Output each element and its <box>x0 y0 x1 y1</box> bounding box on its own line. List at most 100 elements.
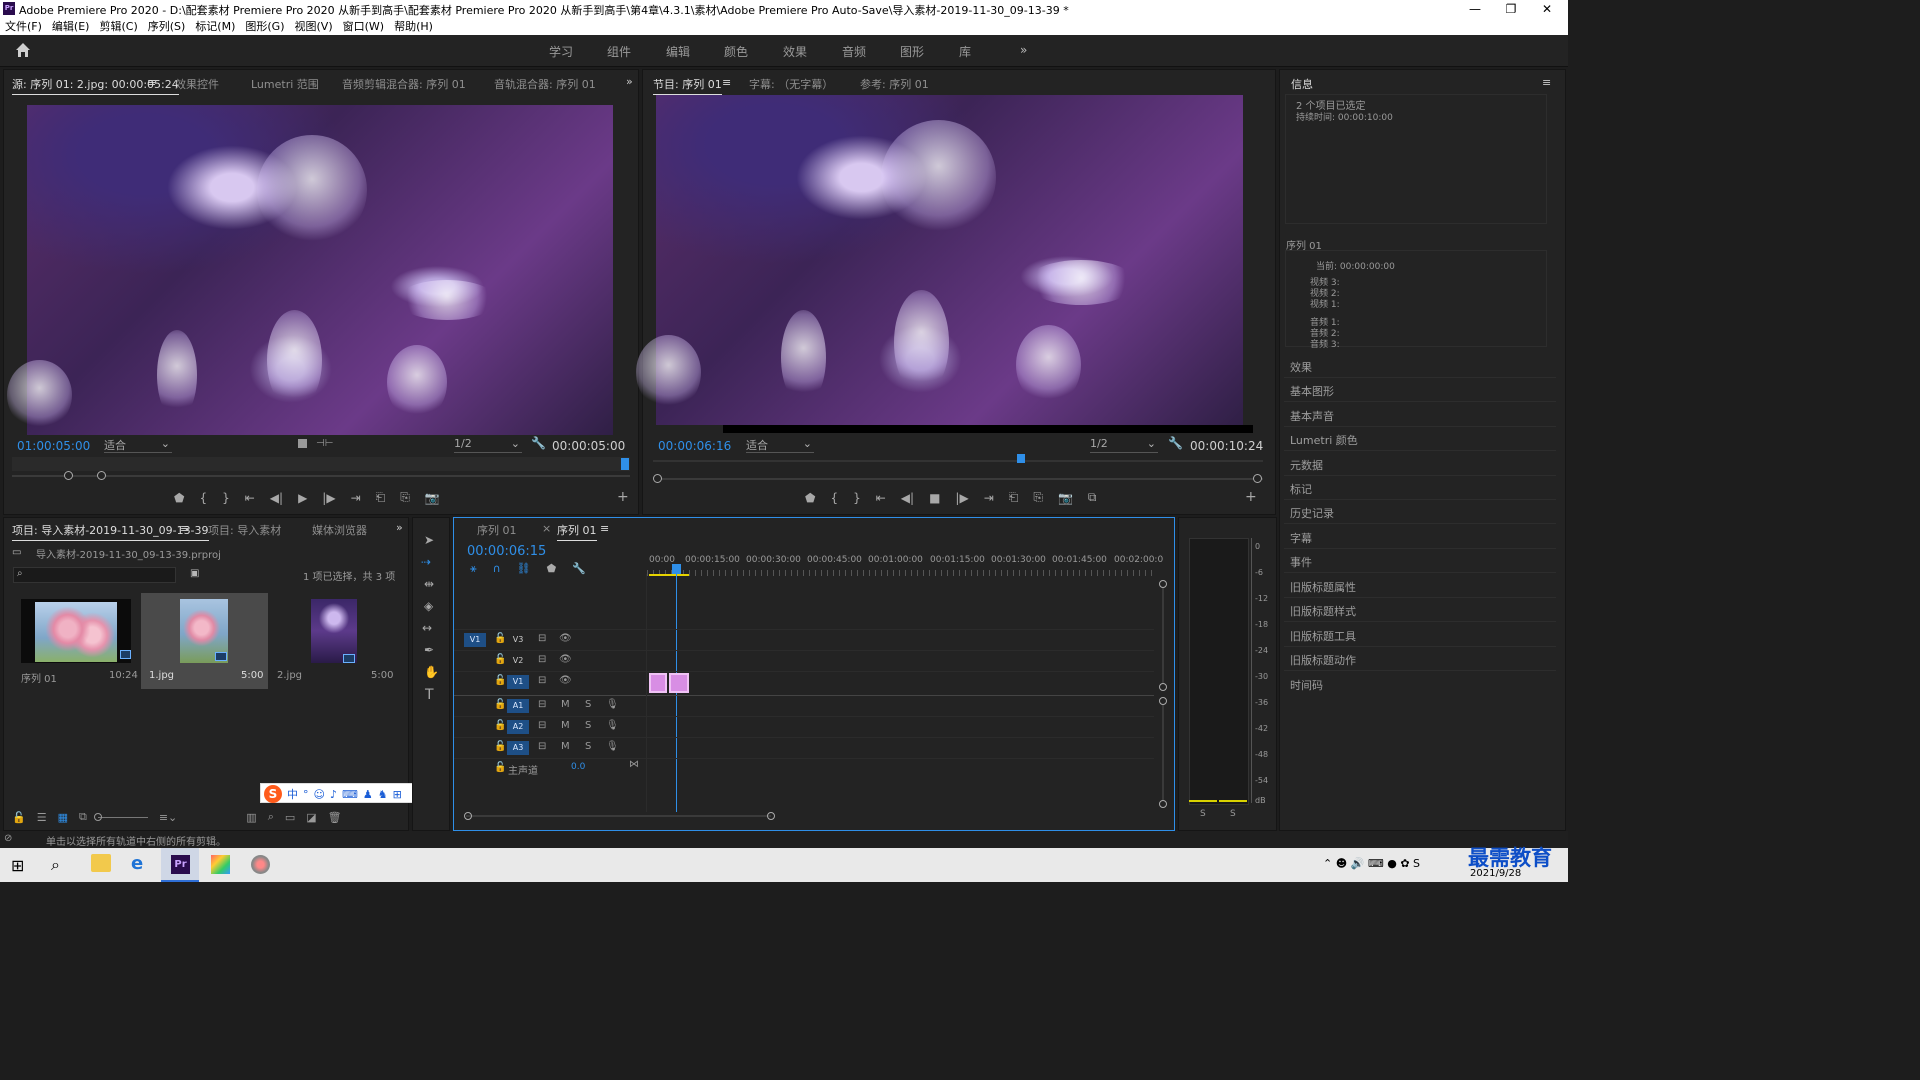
solo-button[interactable]: S <box>585 720 591 731</box>
lift-icon[interactable]: ⎗ <box>1009 490 1019 505</box>
mark-out-icon[interactable]: } <box>853 491 861 505</box>
tab-timeline-seq-a[interactable]: 序列 01 <box>477 522 517 538</box>
ime-tools-icon[interactable]: 中°☺♪⌨♟♞⊞ <box>287 786 407 802</box>
source-resolution-dropdown[interactable]: 1/2 ⌄ <box>454 437 522 453</box>
panel-lumetri-color[interactable]: Lumetri 颜色 <box>1290 432 1358 448</box>
track-label[interactable]: V2 <box>507 654 529 668</box>
panel-metadata[interactable]: 元数据 <box>1290 457 1323 473</box>
new-bin-icon[interactable]: ▭ <box>285 811 295 824</box>
step-back-icon[interactable]: ◀| <box>901 491 914 505</box>
linked-selection-icon[interactable]: ⛓ <box>517 562 531 576</box>
eye-icon[interactable]: 👁 <box>559 654 572 665</box>
video-scrollbar[interactable] <box>1162 588 1164 684</box>
wrench-icon[interactable]: 🔧 <box>531 436 546 450</box>
go-to-in-icon[interactable]: ⇤ <box>245 491 255 505</box>
sync-lock-icon[interactable]: ⊟ <box>538 633 546 644</box>
project-item-2jpg[interactable]: 2.jpg 5:00 <box>269 595 396 687</box>
add-marker-icon[interactable]: ⬟ <box>547 562 557 576</box>
go-to-out-icon[interactable]: ⇥ <box>351 491 361 505</box>
eye-icon[interactable]: 👁 <box>559 633 572 644</box>
solo-button[interactable]: S <box>585 741 591 752</box>
workspace-libraries[interactable]: 库 <box>959 43 971 60</box>
work-area-bar[interactable] <box>649 574 689 576</box>
project-item-sequence[interactable]: 序列 01 10:24 <box>13 595 140 687</box>
close-tab-icon[interactable]: × <box>542 522 551 535</box>
menu-window[interactable]: 窗口(W) <box>343 18 384 35</box>
media-app-icon[interactable] <box>251 855 270 874</box>
zoom-slider[interactable] <box>93 812 148 821</box>
timeline-timecode[interactable]: 00:00:06:15 <box>467 544 546 559</box>
find-icon[interactable]: ⌕ <box>268 810 274 824</box>
tab-reference[interactable]: 参考: 序列 01 <box>860 76 929 92</box>
gallery-app-icon[interactable] <box>211 855 230 874</box>
menu-file[interactable]: 文件(F) <box>5 18 42 35</box>
track-select-tool-icon[interactable]: ⇢ <box>421 555 441 571</box>
workspace-effects[interactable]: 效果 <box>783 43 807 60</box>
add-marker-icon[interactable]: ⬟ <box>805 491 815 505</box>
tray-icons[interactable]: ⌃ ☻ 🔊 ⌨ ● ✿ S <box>1323 857 1420 870</box>
file-explorer-icon[interactable] <box>91 854 111 872</box>
tab-menu-icon[interactable]: ≡ <box>180 522 189 535</box>
menu-help[interactable]: 帮助(H) <box>394 18 433 35</box>
panel-legacy-title-actions[interactable]: 旧版标题动作 <box>1290 652 1356 668</box>
program-zoom-scrollbar[interactable] <box>653 474 1263 483</box>
program-fit-dropdown[interactable]: 适合 ⌄ <box>746 437 814 453</box>
lock-icon[interactable]: 🔓 <box>494 675 506 686</box>
panel-events[interactable]: 事件 <box>1290 554 1312 570</box>
edge-icon[interactable]: e <box>131 853 143 874</box>
more-tabs-icon[interactable]: » <box>626 75 633 88</box>
step-forward-icon[interactable]: |▶ <box>955 491 968 505</box>
extract-icon[interactable]: ⎘ <box>1033 490 1043 505</box>
tab-effect-controls[interactable]: 效果控件 <box>175 76 219 92</box>
timeline-settings-wrench-icon[interactable]: 🔧 <box>572 562 586 576</box>
sync-lock-icon[interactable]: ⊟ <box>538 720 546 731</box>
export-frame-icon[interactable]: 📷 <box>1058 491 1073 505</box>
tab-menu-icon[interactable]: ≡ <box>147 76 156 89</box>
clip-2jpg[interactable] <box>669 673 689 693</box>
mark-in-icon[interactable]: { <box>830 491 838 505</box>
project-item-1jpg[interactable]: 1.jpg 5:00 <box>141 593 268 689</box>
sort-icon[interactable]: ≡⌄ <box>159 811 177 824</box>
program-resolution-dropdown[interactable]: 1/2 ⌄ <box>1090 437 1158 453</box>
solo-button[interactable]: S <box>585 699 591 710</box>
meter-solo-right[interactable]: S <box>1230 809 1236 819</box>
freeform-view-icon[interactable]: ⧉ <box>79 810 87 824</box>
lock-icon[interactable]: 🔓 <box>494 720 506 731</box>
track-label[interactable]: A2 <box>507 720 529 734</box>
wrench-icon[interactable]: 🔧 <box>1168 436 1183 450</box>
selection-tool-icon[interactable]: ➤ <box>424 533 434 547</box>
more-workspaces-icon[interactable]: » <box>1020 43 1027 57</box>
program-playhead[interactable] <box>1017 454 1025 463</box>
automate-to-sequence-icon[interactable]: ▥ <box>246 811 256 824</box>
stop-icon[interactable]: ■ <box>929 491 940 505</box>
sogou-ime-icon[interactable]: S <box>264 785 282 803</box>
tab-audio-track-mixer[interactable]: 音轨混合器: 序列 01 <box>494 76 596 92</box>
lock-icon[interactable]: 🔓 <box>494 654 506 665</box>
tab-captions[interactable]: 字幕: （无字幕） <box>749 76 833 92</box>
sync-lock-icon[interactable]: ⊟ <box>538 699 546 710</box>
timeline-ruler[interactable]: 00:00 00:00:15:00 00:00:30:00 00:00:45:0… <box>647 551 1163 577</box>
mark-out-icon[interactable]: } <box>222 491 230 505</box>
sync-lock-icon[interactable]: ⊟ <box>538 675 546 686</box>
panel-captions[interactable]: 字幕 <box>1290 530 1312 546</box>
lock-icon[interactable]: 🔓 <box>494 762 506 773</box>
mute-button[interactable]: M <box>561 720 570 731</box>
premiere-taskbar-icon[interactable]: Pr <box>171 855 190 874</box>
clip-1jpg[interactable] <box>649 673 667 693</box>
menu-sequence[interactable]: 序列(S) <box>148 18 186 35</box>
source-zoom-scrollbar[interactable] <box>12 471 630 480</box>
tab-lumetri-scopes[interactable]: Lumetri 范围 <box>251 76 319 92</box>
timeline-playhead-handle[interactable] <box>672 564 681 574</box>
home-icon[interactable] <box>14 41 32 59</box>
lock-icon[interactable]: 🔓 <box>494 633 506 644</box>
icon-view-icon[interactable]: ▦ <box>58 811 68 824</box>
mark-in-icon[interactable]: { <box>199 491 207 505</box>
meter-solo-left[interactable]: S <box>1200 809 1206 819</box>
step-forward-icon[interactable]: |▶ <box>322 491 335 505</box>
button-editor-icon[interactable]: + <box>1245 489 1257 505</box>
microphone-icon[interactable]: 🎙 <box>606 741 619 752</box>
settings-safe-icon[interactable] <box>298 439 307 448</box>
track-label[interactable]: V1 <box>507 675 529 689</box>
eye-icon[interactable]: 👁 <box>559 675 572 686</box>
tab-menu-icon[interactable]: ≡ <box>722 76 731 89</box>
